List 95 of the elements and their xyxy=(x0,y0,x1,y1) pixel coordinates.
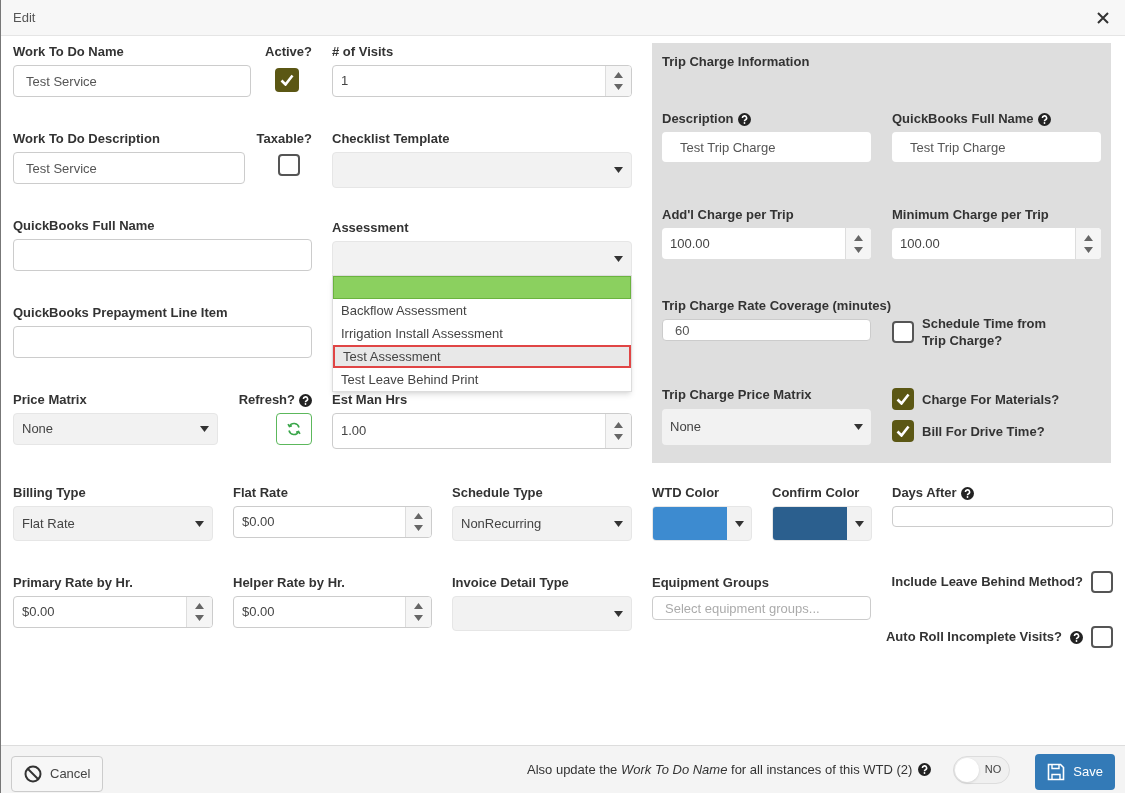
update-note: Also update the Work To Do Name for all instances of this WTD (2) xyxy=(527,760,913,779)
caret-icon xyxy=(200,426,209,432)
dropdown[interactable]: NonRecurring xyxy=(452,506,632,541)
check-icon xyxy=(896,393,910,405)
field-label: # of Visits xyxy=(332,43,394,62)
checkbox-label: Charge For Materials? xyxy=(922,390,1060,408)
field-label: Work To Do Name xyxy=(13,43,124,62)
dialog-title: Edit xyxy=(13,8,36,27)
spinner-icon xyxy=(195,603,204,621)
dropdown[interactable]: Flat Rate xyxy=(13,506,213,541)
number-field[interactable]: $0.00 xyxy=(233,596,432,628)
checkbox[interactable] xyxy=(275,68,299,92)
refresh-icon xyxy=(287,422,301,436)
checkbox-label: Auto Roll Incomplete Visits? xyxy=(886,628,1062,647)
text-field[interactable] xyxy=(892,506,1113,527)
text-field[interactable] xyxy=(13,239,312,271)
number-field[interactable]: $0.00 xyxy=(13,596,213,628)
field-label: QuickBooks Full Name xyxy=(13,217,155,236)
field-label: Active? xyxy=(265,43,312,62)
checkbox[interactable] xyxy=(892,420,914,442)
checkbox-label: Include Leave Behind Method? xyxy=(891,573,1083,592)
field-label: Taxable? xyxy=(256,130,312,149)
checkbox[interactable] xyxy=(892,321,914,343)
field-label: Days After xyxy=(892,484,957,503)
field-label: Trip Charge Price Matrix xyxy=(662,386,812,405)
field-label: Checklist Template xyxy=(332,130,450,149)
field-label: QuickBooks Full Name xyxy=(892,110,1034,129)
text-field[interactable]: Test Service xyxy=(13,65,251,97)
cancel-icon xyxy=(24,764,42,783)
field-label: Flat Rate xyxy=(233,484,288,503)
caret-icon xyxy=(734,520,744,527)
caret-icon xyxy=(614,520,623,527)
number-field[interactable]: $0.00 xyxy=(233,506,432,538)
field-label: Primary Rate by Hr. xyxy=(13,574,133,593)
caret-icon xyxy=(854,424,863,430)
caret-icon xyxy=(614,256,623,262)
field-label: Invoice Detail Type xyxy=(452,574,569,593)
checkbox-label: Bill For Drive Time? xyxy=(922,422,1045,440)
text-field[interactable]: Test Service xyxy=(13,152,245,184)
caret-icon xyxy=(195,520,204,527)
equipment-groups-field[interactable]: Select equipment groups... xyxy=(652,596,871,620)
field-label: Confirm Color xyxy=(772,484,860,503)
field-label: Billing Type xyxy=(13,484,86,503)
checkbox[interactable] xyxy=(892,388,914,410)
dropdown-option[interactable]: Irrigation Install Assessment xyxy=(333,322,631,345)
close-icon xyxy=(1097,11,1109,24)
text-field[interactable]: 60 xyxy=(662,319,871,341)
dropdown-option[interactable]: Test Leave Behind Print xyxy=(333,368,631,391)
checkbox[interactable] xyxy=(278,154,300,176)
spinner-icon xyxy=(1084,234,1093,253)
dropdown[interactable]: None xyxy=(662,409,871,445)
checkbox[interactable] xyxy=(1091,626,1113,648)
field-label: Work To Do Description xyxy=(13,130,160,149)
dropdown[interactable]: None xyxy=(13,413,218,445)
dropdown-option[interactable]: Test Assessment xyxy=(333,345,631,368)
field-label: Assessment xyxy=(332,219,409,238)
field-label: QuickBooks Prepayment Line Item xyxy=(13,304,228,323)
refresh-button[interactable] xyxy=(276,413,312,445)
toggle-switch[interactable]: NO xyxy=(953,755,1011,784)
text-field[interactable]: Test Trip Charge xyxy=(662,132,871,162)
field-label: WTD Color xyxy=(652,484,720,503)
checkbox[interactable] xyxy=(1091,571,1113,593)
text-field[interactable]: Test Trip Charge xyxy=(892,132,1101,162)
spinner-icon xyxy=(614,422,623,440)
spinner-icon xyxy=(414,603,423,621)
field-label: Minimum Charge per Trip xyxy=(892,206,1049,225)
field-label: Equipment Groups xyxy=(652,574,769,593)
number-input[interactable]: $0.00 xyxy=(234,597,405,627)
spinner-icon xyxy=(614,72,623,90)
save-button[interactable]: Save xyxy=(1035,753,1115,790)
panel-title: Trip Charge Information xyxy=(662,53,811,70)
color-picker[interactable] xyxy=(772,506,872,541)
dropdown-option[interactable]: Backflow Assessment xyxy=(333,299,631,322)
color-picker[interactable] xyxy=(652,506,752,541)
save-icon xyxy=(1047,762,1066,781)
field-label: Est Man Hrs xyxy=(332,391,408,410)
text-field[interactable] xyxy=(13,326,312,358)
field-label: Description xyxy=(662,110,734,129)
field-label: Add'l Charge per Trip xyxy=(662,206,794,225)
field-label: Helper Rate by Hr. xyxy=(233,574,345,593)
cancel-button[interactable]: Cancel xyxy=(11,755,104,792)
field-label: Trip Charge Rate Coverage (minutes) xyxy=(662,297,891,316)
spinner-icon xyxy=(854,234,863,253)
check-icon xyxy=(280,74,294,86)
check-icon xyxy=(896,425,910,437)
caret-icon xyxy=(854,520,864,527)
checkbox-label: Schedule Time from Trip Charge? xyxy=(922,315,1047,349)
field-label: Refresh? xyxy=(238,391,295,410)
caret-icon xyxy=(614,610,623,617)
caret-icon xyxy=(614,167,623,173)
field-label: Price Matrix xyxy=(13,391,87,410)
spinner-icon xyxy=(414,513,423,531)
number-input[interactable]: $0.00 xyxy=(14,597,186,627)
field-label: Schedule Type xyxy=(452,484,543,503)
number-input[interactable]: $0.00 xyxy=(234,507,405,537)
